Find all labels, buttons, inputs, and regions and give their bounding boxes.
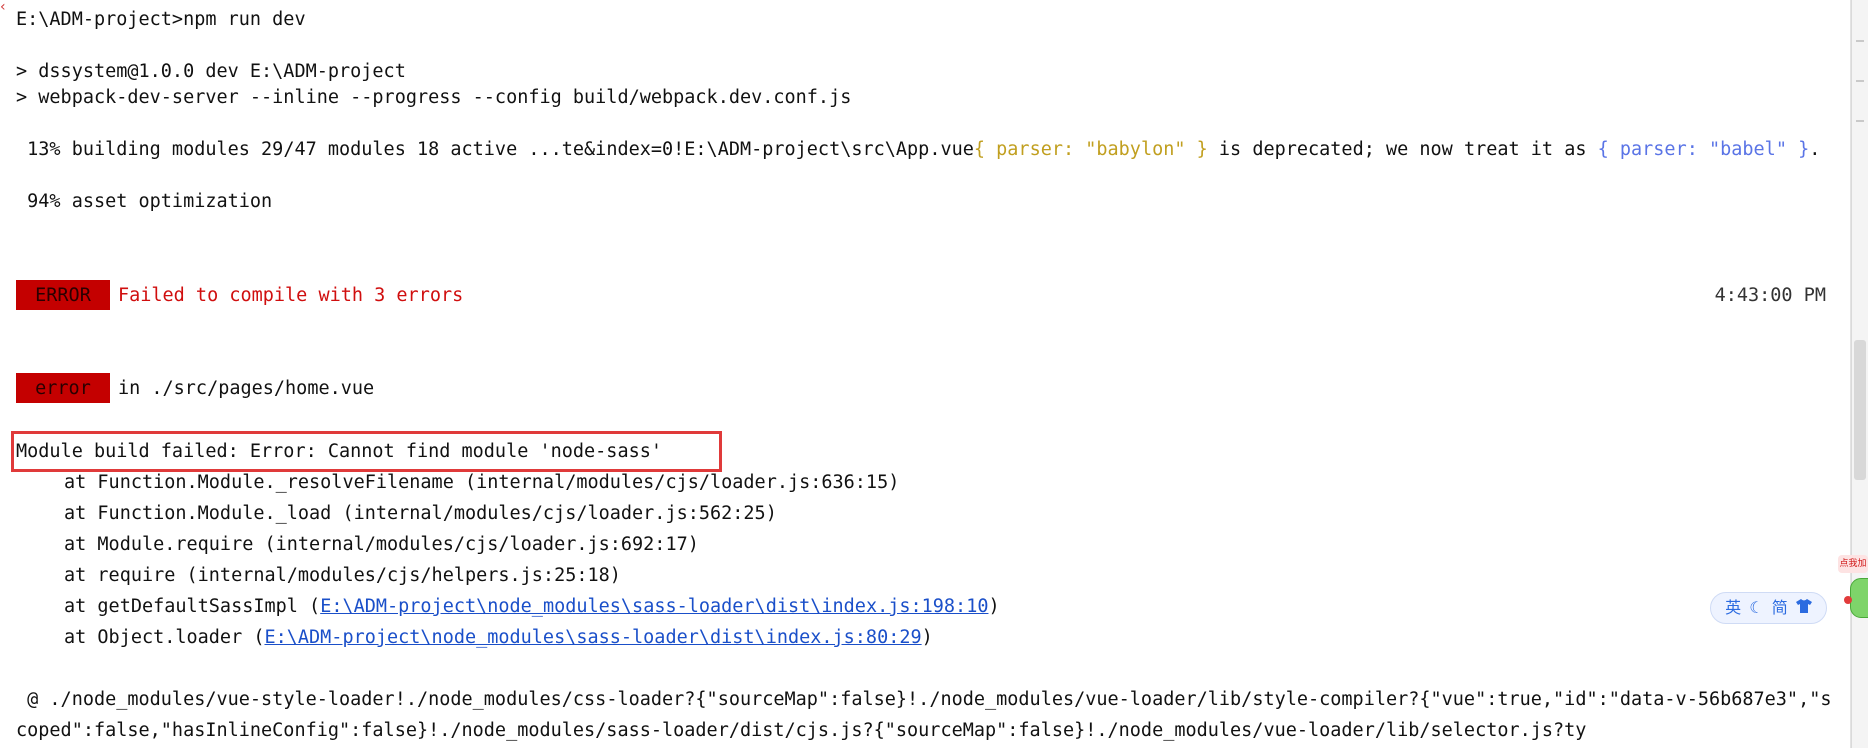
stack-trace-suffix: ): [988, 596, 1000, 617]
side-strip: [1851, 0, 1868, 748]
strip-mark: [1856, 40, 1864, 42]
command-line: E:\ADM-project>npm run dev: [16, 9, 306, 30]
scrollbar-thumb[interactable]: [1854, 340, 1866, 480]
compile-error-message: Failed to compile with 3 errors: [117, 285, 464, 306]
shirt-icon[interactable]: [1795, 593, 1812, 623]
stack-trace-line: at Function.Module._resolveFilename (int…: [64, 472, 900, 493]
ime-toolbar[interactable]: 英 ☾ 简: [1710, 592, 1827, 624]
error-file-path: in ./src/pages/home.vue: [117, 378, 375, 399]
build-progress-text: 13% building modules 29/47 modules 18 ac…: [16, 139, 974, 160]
parser-babylon-token: { parser: "babylon" }: [973, 139, 1208, 160]
strip-mark: [1856, 120, 1864, 122]
promo-badge[interactable]: 点我加: [1838, 555, 1868, 573]
moon-icon[interactable]: ☾: [1749, 593, 1763, 623]
collapse-arrow-icon[interactable]: ‹: [0, 0, 10, 14]
ime-script-toggle[interactable]: 简: [1772, 593, 1788, 623]
notification-dot: [1844, 596, 1852, 604]
stack-trace-line: at getDefaultSassImpl (E:\ADM-project\no…: [16, 591, 1834, 622]
mascot-icon[interactable]: [1850, 578, 1868, 618]
strip-mark: [1856, 80, 1864, 82]
compile-error-line: ERROR Failed to compile with 3 errors: [16, 280, 1834, 311]
error-location-line: error in ./src/pages/home.vue: [16, 373, 1834, 404]
stack-trace-prefix: at getDefaultSassImpl (: [64, 596, 321, 617]
compile-timestamp: 4:43:00 PM: [1714, 285, 1826, 306]
stack-trace-line: at Function.Module._load (internal/modul…: [64, 503, 777, 524]
stack-trace-line: at Object.loader (E:\ADM-project\node_mo…: [16, 622, 1834, 653]
stack-trace-file-link[interactable]: E:\ADM-project\node_modules\sass-loader\…: [320, 596, 988, 617]
terminal-console[interactable]: ‹ E:\ADM-project>npm run dev > dssystem@…: [0, 0, 1851, 748]
module-build-failed-line: Module build failed: Error: Cannot find …: [16, 441, 663, 462]
stack-trace-line: at Module.require (internal/modules/cjs/…: [64, 534, 699, 555]
parser-babel-token: { parser: "babel" }: [1597, 139, 1810, 160]
module-request-line: @ ./node_modules/vue-style-loader!./node…: [16, 689, 1832, 741]
deprecation-text: is deprecated; we now treat it as: [1207, 139, 1598, 160]
asset-optimization-line: 94% asset optimization: [16, 191, 273, 212]
error-badge: error: [16, 373, 110, 403]
stack-trace-line: at require (internal/modules/cjs/helpers…: [64, 565, 621, 586]
build-progress-line: 13% building modules 29/47 modules 18 ac…: [16, 134, 1834, 165]
ime-language-toggle[interactable]: 英: [1725, 593, 1741, 623]
line-end-period: .: [1809, 139, 1821, 160]
npm-script-line: > webpack-dev-server --inline --progress…: [16, 87, 852, 108]
stack-trace-suffix: ): [921, 627, 933, 648]
stack-trace-prefix: at Object.loader (: [64, 627, 265, 648]
error-badge: ERROR: [16, 280, 110, 310]
stack-trace-file-link[interactable]: E:\ADM-project\node_modules\sass-loader\…: [264, 627, 921, 648]
